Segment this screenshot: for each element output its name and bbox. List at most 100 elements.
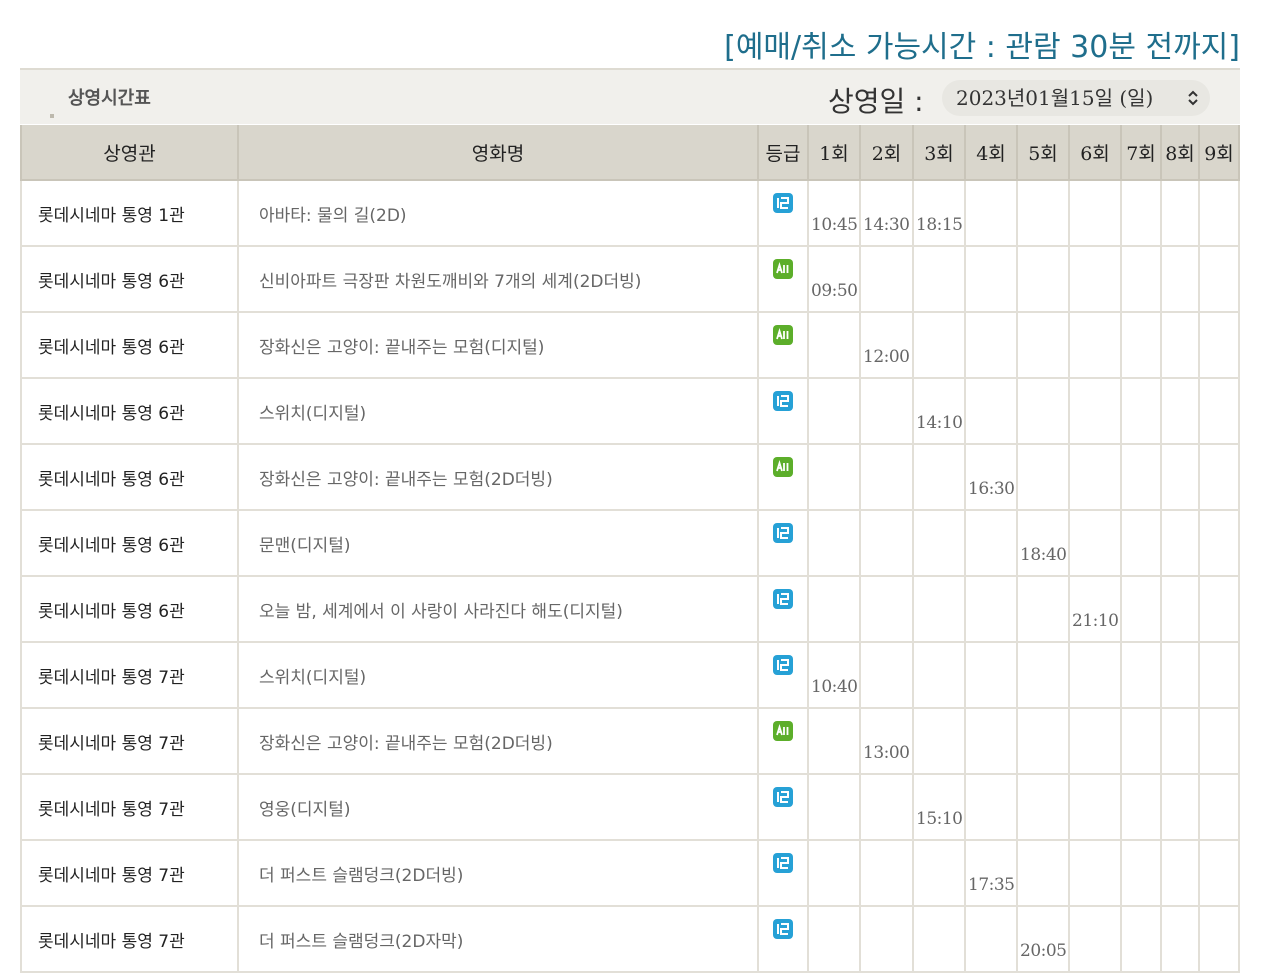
showtime-cell [1068, 311, 1122, 379]
date-select[interactable]: 2023년01월15일 (일) [942, 80, 1210, 116]
showtime-cell [1160, 245, 1200, 313]
rating-12-icon [773, 589, 793, 609]
showtime-cell [1160, 179, 1200, 247]
showtime-cell [1016, 575, 1070, 643]
showtime-cell [912, 707, 966, 775]
showtime-cell [1160, 773, 1200, 841]
showtime-cell [1068, 839, 1122, 907]
showtime-cell [1120, 905, 1162, 973]
showtime-cell [964, 509, 1018, 577]
movie-title[interactable]: 더 퍼스트 슬램덩크(2D자막) [237, 905, 759, 973]
rating-12-icon [773, 523, 793, 543]
showtime-cell[interactable]: 18:40 [1016, 509, 1070, 577]
showtime-cell[interactable]: 09:50 [807, 245, 861, 313]
showtime-cell [807, 311, 861, 379]
showtime-cell [1120, 443, 1162, 511]
showtime-cell [807, 773, 861, 841]
showtime-cell [1016, 245, 1070, 313]
showtime-cell [807, 509, 861, 577]
showtime-cell[interactable]: 14:30 [859, 179, 914, 247]
movie-title[interactable]: 오늘 밤, 세계에서 이 사랑이 사라진다 해도(디지털) [237, 575, 759, 643]
column-header: 8회 [1160, 125, 1200, 181]
movie-title[interactable]: 더 퍼스트 슬램덩크(2D더빙) [237, 839, 759, 907]
movie-title[interactable]: 스위치(디지털) [237, 641, 759, 709]
rating-all-icon [773, 259, 793, 279]
column-header: 7회 [1120, 125, 1162, 181]
movie-title[interactable]: 장화신은 고양이: 끝내주는 모험(디지털) [237, 311, 759, 379]
showtime-cell[interactable]: 18:15 [912, 179, 966, 247]
chevron-up-down-icon [1186, 90, 1200, 106]
showtime-cell[interactable]: 10:40 [807, 641, 861, 709]
date-label: 상영일 : [828, 85, 924, 118]
showtime-cell [912, 311, 966, 379]
rating-all-icon [773, 457, 793, 477]
showtime-cell[interactable]: 14:10 [912, 377, 966, 445]
column-header: 4회 [964, 125, 1018, 181]
movie-title[interactable]: 신비아파트 극장판 차원도깨비와 7개의 세계(2D더빙) [237, 245, 759, 313]
showtime-cell [1068, 377, 1122, 445]
rating-cell [757, 245, 809, 313]
showtime-cell [964, 179, 1018, 247]
showtime-cell[interactable]: 17:35 [964, 839, 1018, 907]
showtime-cell [1068, 707, 1122, 775]
column-header: 상영관 [20, 125, 239, 181]
showtime-cell[interactable]: 20:05 [1016, 905, 1070, 973]
rating-cell [757, 773, 809, 841]
table-row: 롯데시네마 통영 7관 장화신은 고양이: 끝내주는 모험(2D더빙) 13:00 [20, 707, 1240, 775]
date-value: 2023년01월15일 (일) [956, 86, 1154, 110]
showtime-cell [859, 443, 914, 511]
showtime-cell [1068, 245, 1122, 313]
showtime-cell [1160, 839, 1200, 907]
showtime-cell [807, 443, 861, 511]
movie-title[interactable]: 스위치(디지털) [237, 377, 759, 445]
section-title: 상영시간표 [68, 88, 151, 109]
rating-cell [757, 641, 809, 709]
showtime-cell [1120, 245, 1162, 313]
movie-title[interactable]: 영웅(디지털) [237, 773, 759, 841]
showtime-cell [1198, 905, 1240, 973]
showtime-cell [807, 905, 861, 973]
showtime-cell [912, 443, 966, 511]
showtime-cell [1198, 245, 1240, 313]
showtime-cell[interactable]: 12:00 [859, 311, 914, 379]
rating-cell [757, 377, 809, 445]
column-header: 9회 [1198, 125, 1240, 181]
showtime-cell [1120, 773, 1162, 841]
column-header: 6회 [1068, 125, 1122, 181]
theater-name: 롯데시네마 통영 7관 [20, 641, 239, 709]
showtime-cell [1160, 707, 1200, 775]
showtime-cell [1198, 179, 1240, 247]
column-header: 1회 [807, 125, 861, 181]
showtime-cell [807, 575, 861, 643]
table-row: 롯데시네마 통영 6관 신비아파트 극장판 차원도깨비와 7개의 세계(2D더빙)… [20, 245, 1240, 313]
table-header-row: 상영관 영화명 등급 1회 2회 3회 4회 5회 6회 7회 8회 9회 [20, 125, 1240, 181]
showtime-cell [1198, 707, 1240, 775]
showtime-cell [964, 773, 1018, 841]
theater-name: 롯데시네마 통영 6관 [20, 575, 239, 643]
table-row: 롯데시네마 통영 6관 문맨(디지털) 18:40 [20, 509, 1240, 577]
showtime-cell [1120, 575, 1162, 643]
showtime-cell [1160, 443, 1200, 511]
showtime-cell [1120, 179, 1162, 247]
theater-name: 롯데시네마 통영 6관 [20, 443, 239, 511]
movie-title[interactable]: 아바타: 물의 길(2D) [237, 179, 759, 247]
showtime-cell[interactable]: 16:30 [964, 443, 1018, 511]
movie-title[interactable]: 장화신은 고양이: 끝내주는 모험(2D더빙) [237, 443, 759, 511]
theater-name: 롯데시네마 통영 7관 [20, 839, 239, 907]
showtime-cell [1198, 641, 1240, 709]
showtime-cell[interactable]: 13:00 [859, 707, 914, 775]
showtime-cell[interactable]: 10:45 [807, 179, 861, 247]
movie-title[interactable]: 장화신은 고양이: 끝내주는 모험(2D더빙) [237, 707, 759, 775]
rating-12-icon [773, 919, 793, 939]
showtime-cell [1016, 179, 1070, 247]
showtime-cell [1120, 707, 1162, 775]
column-header: 2회 [859, 125, 914, 181]
showtime-cell [964, 245, 1018, 313]
movie-title[interactable]: 문맨(디지털) [237, 509, 759, 577]
theater-name: 롯데시네마 통영 7관 [20, 905, 239, 973]
showtime-cell[interactable]: 15:10 [912, 773, 966, 841]
theater-name: 롯데시네마 통영 1관 [20, 179, 239, 247]
showtime-cell [859, 905, 914, 973]
showtime-cell[interactable]: 21:10 [1068, 575, 1122, 643]
showtime-cell [859, 245, 914, 313]
